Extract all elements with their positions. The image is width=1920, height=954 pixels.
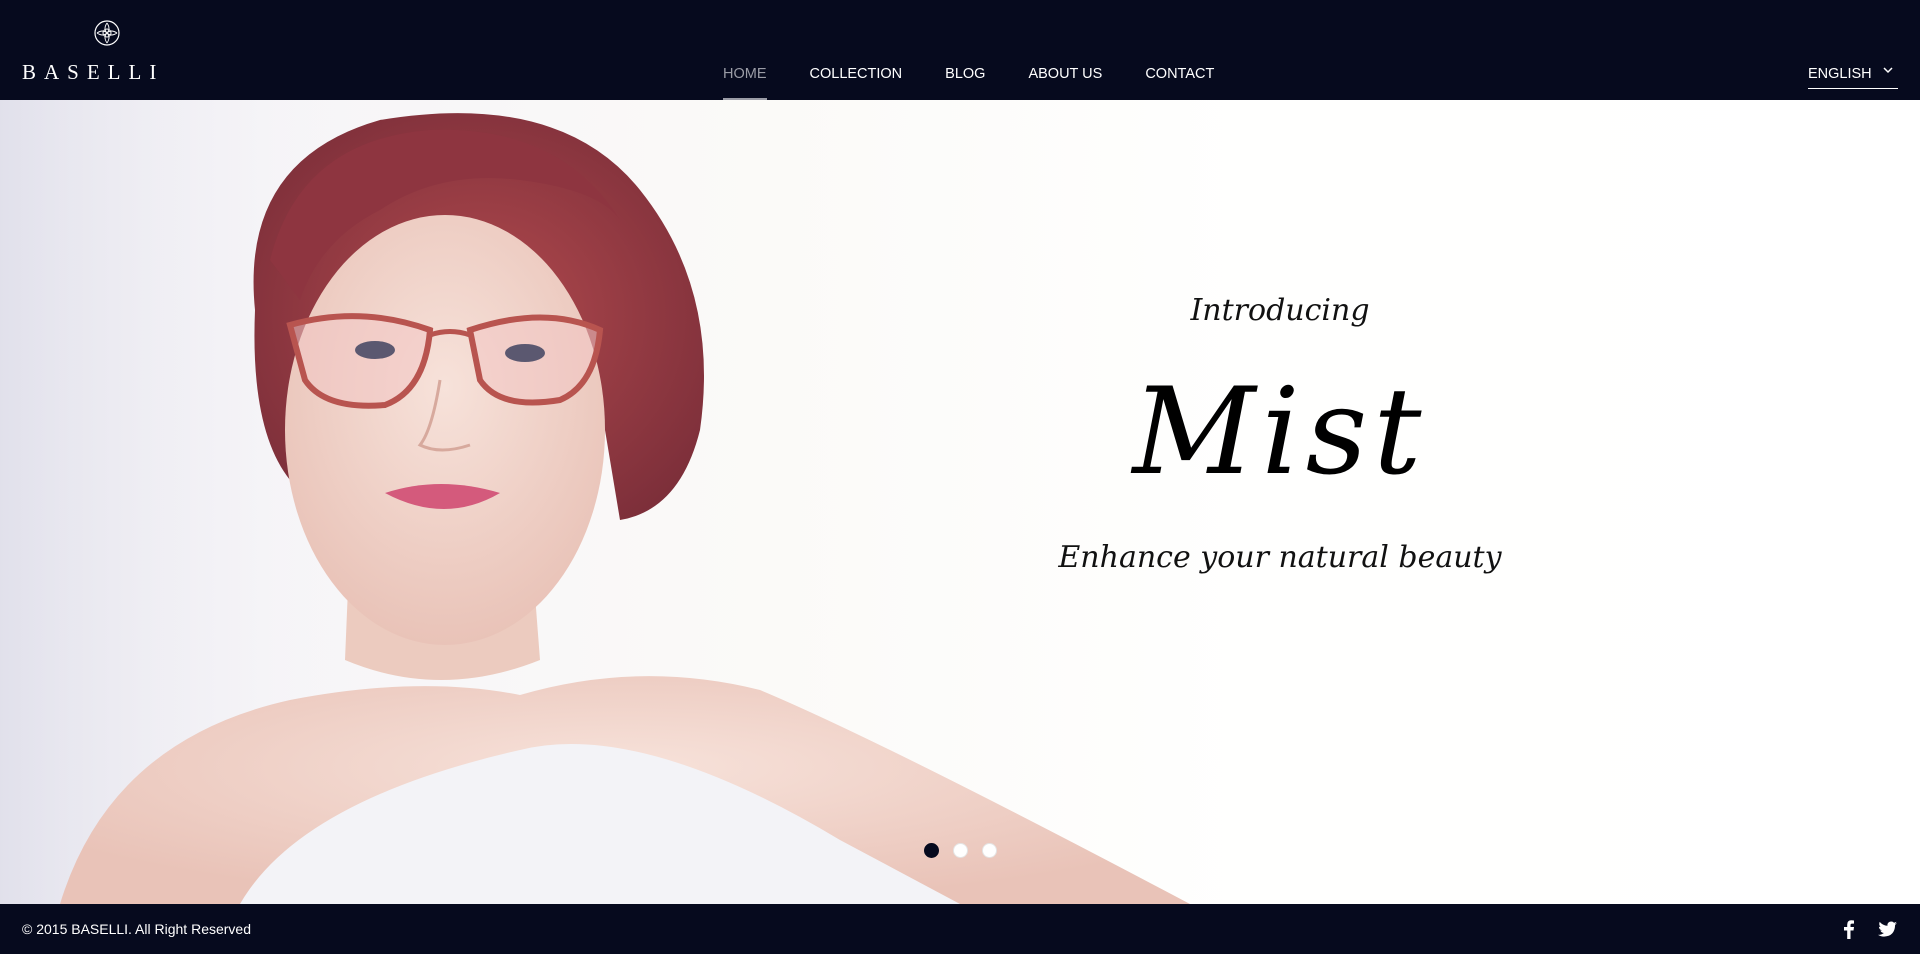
site-header: BASELLI HOME COLLECTION BLOG ABOUT US CO… (0, 0, 1920, 100)
facebook-icon[interactable] (1838, 918, 1860, 940)
hero-model-photo (0, 100, 1190, 904)
site-footer: © 2015 BASELLI. All Right Reserved (0, 904, 1920, 954)
nav-item-blog[interactable]: BLOG (945, 0, 985, 100)
language-selected-label: ENGLISH (1808, 66, 1872, 82)
brand-logo[interactable]: BASELLI (22, 18, 192, 84)
slider-dot-1[interactable] (924, 843, 939, 858)
logo-emblem-icon (94, 20, 120, 46)
chevron-down-icon (1883, 67, 1893, 74)
hero-slider: Introducing Mist Enhance your natural be… (0, 100, 1920, 904)
twitter-icon[interactable] (1876, 918, 1898, 940)
hero-collection-title: Mist (1030, 358, 1530, 508)
slider-pagination (924, 843, 1011, 859)
language-select[interactable]: ENGLISH (1808, 60, 1898, 89)
nav-item-about-us[interactable]: ABOUT US (1028, 0, 1102, 100)
slider-dot-2[interactable] (953, 843, 968, 858)
nav-item-home[interactable]: HOME (723, 0, 767, 100)
hero-tagline: Enhance your natural beauty (1058, 540, 1502, 575)
nav-item-collection[interactable]: COLLECTION (810, 0, 903, 100)
copyright-text: © 2015 BASELLI. All Right Reserved (22, 921, 251, 937)
hero-title-text: Mist (1132, 363, 1428, 502)
brand-name: BASELLI (22, 60, 165, 84)
hero-intro-text: Introducing (1190, 293, 1370, 328)
slider-dot-3[interactable] (982, 843, 997, 858)
nav-item-contact[interactable]: CONTACT (1145, 0, 1214, 100)
main-nav: HOME COLLECTION BLOG ABOUT US CONTACT (723, 0, 1257, 100)
